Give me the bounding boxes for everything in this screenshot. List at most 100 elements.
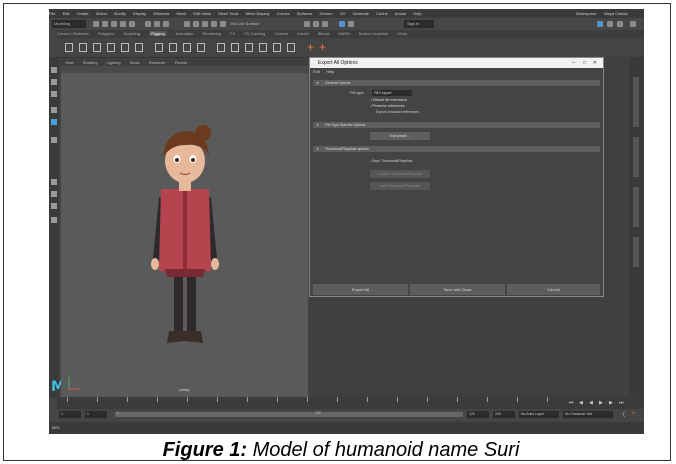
menu-item[interactable]: Deform <box>320 11 333 16</box>
modeling-toolkit-icon[interactable] <box>339 21 345 27</box>
shelf-tab[interactable]: Sculpting <box>124 31 140 36</box>
open-scene-icon[interactable] <box>102 21 108 27</box>
prefs-icon[interactable]: ✧ <box>631 410 636 417</box>
save-thumbnail-checkbox[interactable]: Save Thumbnail/Playblast <box>370 159 412 164</box>
menu-item[interactable]: File <box>49 11 55 16</box>
ik-spline-icon[interactable] <box>93 43 101 52</box>
section-thumbnail[interactable]: Thumbnail/Playblast options <box>313 146 600 152</box>
default-extensions-checkbox[interactable]: Default file extensions <box>370 98 407 103</box>
lattice-icon[interactable] <box>169 43 177 52</box>
menu-item[interactable]: UV <box>340 11 346 16</box>
section-file-type-specific[interactable]: File Type Specific Options <box>313 122 600 128</box>
side-tab[interactable] <box>633 237 639 267</box>
snap-point-icon[interactable] <box>202 21 208 27</box>
go-to-start-icon[interactable]: ⏮ <box>569 400 574 406</box>
workspace-selector[interactable]: Workspace: Maya Classic <box>576 9 634 18</box>
tool-settings-icon[interactable] <box>617 21 623 27</box>
paint-select-icon[interactable] <box>51 91 57 97</box>
shelf-tab[interactable]: Custom <box>274 31 288 36</box>
menu-item[interactable]: Mesh <box>177 11 187 16</box>
capture-thumbnail-button[interactable]: Capture Thumbnail/Playblast <box>370 170 430 178</box>
side-tab[interactable] <box>633 137 639 177</box>
four-view-icon[interactable] <box>51 119 57 125</box>
new-scene-icon[interactable] <box>93 21 99 27</box>
time-slider[interactable]: ⏮ ◀ ◀ ▶ ▶ ⏭ <box>57 397 644 409</box>
render-settings-icon[interactable] <box>322 21 328 27</box>
scale-constraint-icon[interactable] <box>287 43 295 52</box>
select-component-icon[interactable] <box>163 21 169 27</box>
shelf-tab[interactable]: Arnold <box>297 31 309 36</box>
shelf-tab[interactable]: FX Caching <box>244 31 265 36</box>
viewport[interactable]: View Shading Lighting Show Renderer Pane… <box>61 59 308 397</box>
sign-in-button[interactable]: Sign In <box>404 20 434 28</box>
dialog-menu-item[interactable]: Help <box>326 69 334 74</box>
play-back-icon[interactable]: ◀ <box>589 400 593 406</box>
go-to-end-icon[interactable]: ⏭ <box>619 400 624 406</box>
mode-dropdown[interactable]: Modeling <box>52 20 86 28</box>
menu-item[interactable]: Select <box>96 11 107 16</box>
menu-item[interactable]: Create <box>77 11 89 16</box>
character-suri[interactable] <box>61 59 308 397</box>
attribute-editor-icon[interactable] <box>348 21 354 27</box>
character-set-select[interactable]: No Character Set <box>563 411 613 418</box>
menu-item[interactable]: Arnold <box>395 11 407 16</box>
play-forward-icon[interactable]: ▶ <box>599 400 603 406</box>
point-constraint-icon[interactable] <box>217 43 225 52</box>
file-type-select[interactable]: FBX export <box>372 90 412 96</box>
ipr-render-icon[interactable] <box>313 21 319 27</box>
wrap-icon[interactable] <box>183 43 191 52</box>
select-hierarchy-icon[interactable] <box>145 21 151 27</box>
menu-item[interactable]: Curves <box>277 11 290 16</box>
single-view-icon[interactable] <box>51 107 57 113</box>
menu-item[interactable]: Generate <box>352 11 369 16</box>
pole-vector-icon[interactable] <box>273 43 281 52</box>
range-inner-start-field[interactable]: 1 <box>85 411 107 418</box>
shelf-tab[interactable]: Animation <box>176 31 194 36</box>
blendshape-icon[interactable] <box>197 43 205 52</box>
snap-view-icon[interactable] <box>211 21 217 27</box>
ik-handle-icon[interactable] <box>79 43 87 52</box>
menu-item[interactable]: Display <box>133 11 146 16</box>
save-and-close-button[interactable]: Save and Close <box>410 284 505 295</box>
parent-constraint-icon[interactable] <box>245 43 253 52</box>
edit-preset-button[interactable]: Edit preset ... <box>370 132 430 140</box>
select-tool-icon[interactable] <box>51 67 57 73</box>
side-tab[interactable] <box>633 77 639 127</box>
channel-box-icon[interactable] <box>607 21 613 27</box>
menu-item[interactable]: Windows <box>153 11 169 16</box>
range-end-field[interactable]: 120 <box>467 411 489 418</box>
persp-outliner-icon[interactable] <box>51 137 57 143</box>
layout-icon[interactable] <box>597 21 603 27</box>
layout-preset-icon[interactable] <box>51 191 57 197</box>
key-icon[interactable]: 〈 <box>619 410 625 419</box>
gear-icon[interactable] <box>630 21 636 27</box>
menu-item[interactable]: Help <box>413 11 421 16</box>
shelf-tab[interactable]: XGen <box>397 31 407 36</box>
add-shelf-item-icon[interactable]: + <box>307 41 314 53</box>
layout-preset-icon[interactable] <box>51 203 57 209</box>
menu-item[interactable]: Cache <box>376 11 388 16</box>
menu-item[interactable]: Mesh Tools <box>218 11 238 16</box>
outliner-icon[interactable] <box>51 217 57 223</box>
mel-command-line[interactable]: MEL <box>49 422 644 434</box>
mirror-joint-icon[interactable] <box>107 43 115 52</box>
side-tab[interactable] <box>633 187 639 227</box>
range-end2-field[interactable]: 200 <box>493 411 515 418</box>
lasso-tool-icon[interactable] <box>51 79 57 85</box>
export-unloaded-checkbox[interactable]: Export unloaded references <box>376 110 419 115</box>
shelf-tab[interactable]: Polygons <box>98 31 114 36</box>
close-icon[interactable]: ✕ <box>593 58 597 68</box>
anim-layer-select[interactable]: No Anim Layer <box>519 411 559 418</box>
select-object-icon[interactable] <box>154 21 160 27</box>
range-bar[interactable]: 1 120 <box>115 411 463 417</box>
snap-grid-icon[interactable] <box>184 21 190 27</box>
cluster-icon[interactable] <box>155 43 163 52</box>
step-back-icon[interactable]: ◀ <box>579 400 583 406</box>
shelf-tab-active[interactable]: Rigging <box>149 31 167 36</box>
menu-item[interactable]: Edit Mesh <box>193 11 211 16</box>
menu-item[interactable]: Edit <box>63 11 70 16</box>
dialog-menu-item[interactable]: Edit <box>313 69 320 74</box>
menu-item[interactable]: Mesh Display <box>246 11 270 16</box>
hik-icon[interactable]: + <box>319 41 326 53</box>
live-surface-label[interactable]: No Live Surface <box>231 20 259 28</box>
